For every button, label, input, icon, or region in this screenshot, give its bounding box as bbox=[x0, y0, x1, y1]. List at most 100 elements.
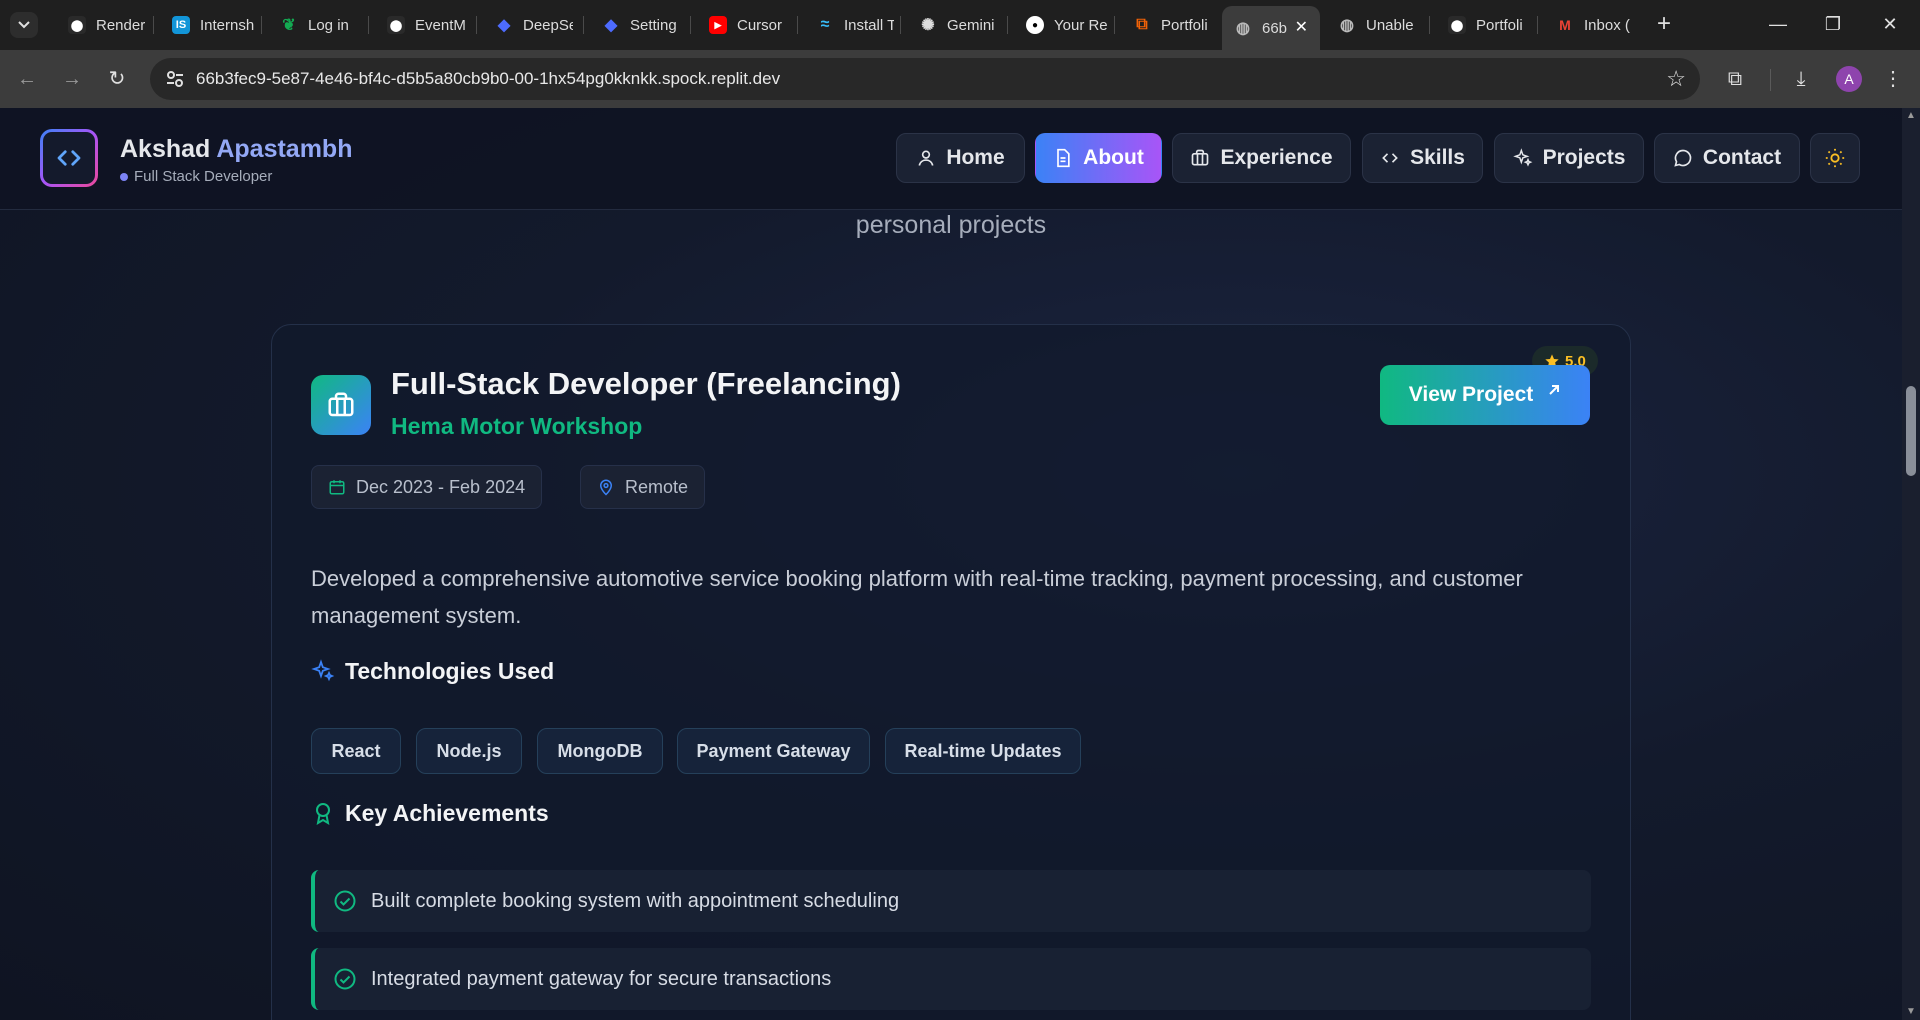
view-project-button[interactable]: View Project bbox=[1380, 365, 1590, 425]
site-info-icon[interactable] bbox=[164, 68, 186, 90]
scroll-down-icon[interactable]: ▼ bbox=[1906, 1006, 1916, 1017]
restore-button[interactable]: ❐ bbox=[1813, 10, 1853, 38]
tab-title: Portfoli bbox=[1476, 16, 1523, 34]
code-brackets-icon bbox=[57, 150, 81, 166]
tab-title: Render bbox=[96, 16, 146, 34]
address-bar[interactable]: 66b3fec9-5e87-4e46-bf4c-d5b5a80cb9b0-00-… bbox=[150, 58, 1700, 100]
status-dot bbox=[120, 172, 128, 181]
achievement-item: Built complete booking system with appoi… bbox=[311, 870, 1591, 932]
close-icon[interactable]: ✕ bbox=[1295, 17, 1308, 37]
deepseek-icon: ◆ bbox=[497, 17, 511, 34]
browser-menu-icon[interactable]: ⋮ bbox=[1878, 64, 1908, 94]
brand-subtitle: Full Stack Developer bbox=[120, 168, 272, 185]
replit-icon: ⧉ bbox=[1136, 16, 1148, 33]
tab-title: Your Re bbox=[1054, 16, 1108, 34]
achievements-heading-text: Key Achievements bbox=[345, 799, 549, 826]
technologies-heading-text: Technologies Used bbox=[345, 657, 555, 684]
nav-contact[interactable]: Contact bbox=[1654, 133, 1800, 183]
tab-title: Setting bbox=[630, 16, 677, 34]
tech-tag: Node.js bbox=[416, 728, 522, 774]
reload-button[interactable]: ↻ bbox=[102, 64, 132, 94]
brand-name[interactable]: Akshad Apastambh bbox=[120, 135, 352, 164]
nav-home-label: Home bbox=[946, 146, 1005, 169]
achievement-text: Built complete booking system with appoi… bbox=[371, 889, 900, 912]
browser-tab[interactable]: ◍ Unable bbox=[1326, 9, 1423, 41]
nav-experience-label: Experience bbox=[1220, 146, 1333, 169]
nav-about[interactable]: About bbox=[1035, 133, 1162, 183]
map-pin-icon bbox=[599, 479, 613, 496]
download-icon[interactable]: ⤓ bbox=[1786, 64, 1816, 94]
external-link-icon bbox=[1549, 385, 1560, 395]
scrollbar-thumb[interactable] bbox=[1906, 386, 1916, 476]
close-window-button[interactable]: ✕ bbox=[1870, 10, 1910, 38]
brand-subtitle-text: Full Stack Developer bbox=[134, 168, 273, 185]
job-title: Full-Stack Developer (Freelancing) bbox=[391, 366, 901, 401]
youtube-icon: ▶ bbox=[709, 16, 727, 34]
scroll-up-icon[interactable]: ▲ bbox=[1906, 110, 1916, 121]
browser-tab[interactable]: ≈ Install T bbox=[804, 9, 894, 41]
browser-tab[interactable]: ⬤ EventM bbox=[375, 9, 470, 41]
tab-search-button[interactable] bbox=[10, 12, 38, 38]
tab-title: Cursor bbox=[737, 16, 783, 34]
tech-tag: MongoDB bbox=[537, 728, 663, 774]
browser-tab[interactable]: ◆ DeepSe bbox=[483, 9, 573, 41]
mongodb-leaf-icon: ❦ bbox=[282, 17, 296, 34]
date-range: Dec 2023 - Feb 2024 bbox=[356, 476, 526, 497]
tab-title: Install T bbox=[844, 16, 894, 34]
tab-title: Log in bbox=[308, 16, 349, 34]
browser-tab[interactable]: IS Internsh bbox=[160, 9, 255, 41]
nav-about-label: About bbox=[1083, 146, 1144, 169]
job-icon-tile bbox=[311, 375, 371, 435]
browser-tab[interactable]: ✺ Gemini bbox=[907, 9, 1002, 41]
check-circle-icon bbox=[334, 968, 356, 990]
location: Remote bbox=[625, 476, 689, 497]
forward-button[interactable]: → bbox=[57, 64, 87, 94]
job-description: Developed a comprehensive automotive ser… bbox=[311, 566, 1523, 628]
tab-title: EventM bbox=[415, 16, 466, 34]
tech-tag: Real-time Updates bbox=[885, 728, 1081, 774]
internshala-icon: IS bbox=[172, 16, 190, 34]
nav-skills[interactable]: Skills bbox=[1362, 133, 1483, 183]
gmail-icon: M bbox=[1559, 17, 1571, 33]
extensions-icon[interactable]: ⧉ bbox=[1720, 64, 1750, 94]
sun-icon bbox=[1825, 148, 1845, 168]
browser-tab[interactable]: ▶ Cursor bbox=[697, 9, 792, 41]
profile-avatar[interactable]: A bbox=[1836, 66, 1862, 92]
deepseek-icon: ◆ bbox=[604, 17, 618, 34]
browser-tab[interactable]: M Inbox ( bbox=[1544, 9, 1632, 41]
back-button[interactable]: ← bbox=[12, 64, 42, 94]
tailwind-icon: ≈ bbox=[820, 16, 830, 33]
bookmark-star-icon[interactable]: ☆ bbox=[1666, 66, 1686, 92]
browser-tab[interactable]: ⬤ Portfoli bbox=[1436, 9, 1531, 41]
browser-tab[interactable]: ◆ Setting bbox=[590, 9, 685, 41]
sparkles-icon bbox=[1512, 148, 1532, 167]
sparkles-icon bbox=[311, 659, 335, 682]
browser-tab[interactable]: ● Your Re bbox=[1014, 9, 1114, 41]
new-tab-button[interactable]: + bbox=[1650, 10, 1678, 38]
minimize-button[interactable]: — bbox=[1758, 10, 1798, 38]
user-icon bbox=[918, 150, 934, 166]
nav-projects[interactable]: Projects bbox=[1494, 133, 1644, 183]
location-chip: Remote bbox=[580, 465, 706, 509]
browser-tab-strip: ⬤ Render IS Internsh ❦ Log in ⬤ EventM ◆ Deep… bbox=[0, 0, 1920, 50]
nav-skills-label: Skills bbox=[1410, 146, 1465, 169]
tab-title: Portfoli bbox=[1161, 16, 1208, 34]
browser-tab[interactable]: ⬤ Render bbox=[56, 9, 146, 41]
nav-home[interactable]: Home bbox=[896, 133, 1025, 183]
nav-experience[interactable]: Experience bbox=[1172, 133, 1351, 183]
technologies-heading: Technologies Used bbox=[311, 656, 554, 686]
site-logo[interactable] bbox=[40, 129, 98, 187]
brand-last-name: Apastambh bbox=[216, 135, 353, 163]
render-icon: ⬤ bbox=[387, 16, 405, 34]
page-scrollbar[interactable]: ▲ ▼ bbox=[1902, 108, 1920, 1020]
page-viewport: personal projects 5.0 View Project Full-… bbox=[0, 108, 1902, 1020]
browser-tab-active[interactable]: ◍ 66b ✕ bbox=[1222, 6, 1320, 50]
theme-toggle-button[interactable] bbox=[1810, 133, 1860, 183]
company-name: Hema Motor Workshop bbox=[391, 413, 643, 439]
browser-tab[interactable]: ❦ Log in bbox=[268, 9, 358, 41]
tab-title: Internsh bbox=[200, 16, 255, 34]
check-circle-icon bbox=[334, 890, 356, 912]
browser-tab[interactable]: ⧉ Portfoli bbox=[1121, 9, 1216, 41]
tab-title: Inbox ( bbox=[1584, 16, 1630, 34]
view-project-label: View Project bbox=[1408, 383, 1534, 406]
